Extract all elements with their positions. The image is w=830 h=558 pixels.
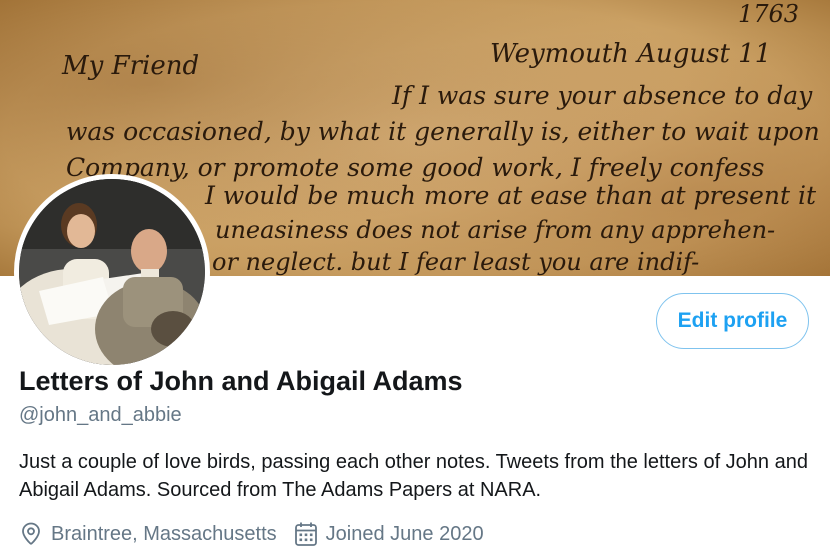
calendar-icon (294, 521, 318, 547)
banner-line: Company, or promote some good work, I fr… (66, 153, 764, 182)
profile-name: Letters of John and Abigail Adams (19, 366, 463, 396)
banner-line: was occasioned, by what it generally is,… (66, 117, 820, 146)
avatar[interactable] (14, 174, 210, 370)
profile-handle: @john_and_abbie (19, 404, 182, 426)
banner-salutation: My Friend (61, 51, 199, 81)
location-pin-icon (19, 521, 43, 547)
profile-location: Braintree, Massachusetts (19, 521, 277, 547)
joined-text: Joined June 2020 (325, 522, 484, 545)
profile-joined: Joined June 2020 (294, 521, 484, 547)
banner-line: uneasiness does not arise from any appre… (215, 216, 775, 244)
banner-line: or neglect. but I fear least you are ind… (212, 248, 699, 276)
location-text: Braintree, Massachusetts (51, 522, 277, 545)
banner-place-date: Weymouth August 11 (490, 39, 771, 69)
profile-bio: Just a couple of love birds, passing eac… (19, 451, 808, 501)
edit-profile-button[interactable]: Edit profile (656, 293, 809, 349)
banner-line: If I was sure your absence to day (391, 81, 813, 110)
banner-year: 1763 (738, 0, 799, 28)
banner-line: I would be much more at ease than at pre… (204, 181, 817, 210)
avatar-photo (19, 179, 205, 365)
profile-meta: Braintree, Massachusetts Joined June 202… (19, 521, 484, 547)
profile-page: 1763 My Friend Weymouth August 11 If I w… (0, 0, 830, 558)
